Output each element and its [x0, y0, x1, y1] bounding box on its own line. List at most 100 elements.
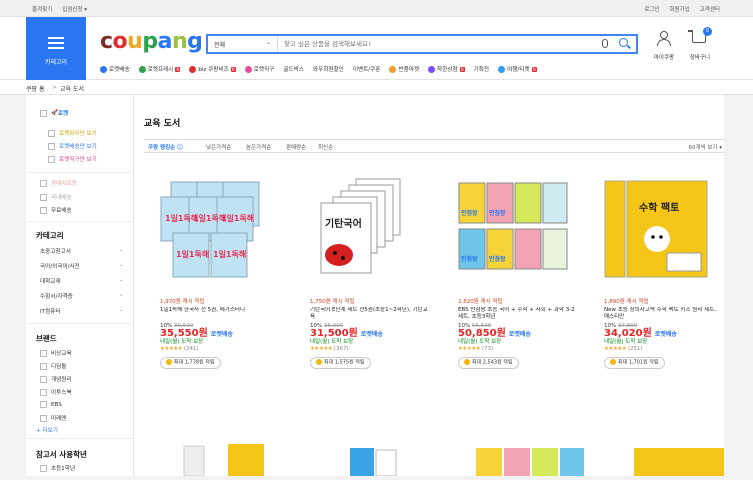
search-icon[interactable]: [619, 38, 628, 47]
customer-center-link[interactable]: 고객센터: [700, 5, 720, 13]
brand-item[interactable]: 미래엔: [40, 414, 66, 422]
product-name[interactable]: New 초등 창의사고력 수학 팩토 키즈 원리 세트, 매스티안: [604, 307, 722, 323]
product-image[interactable]: 만점왕 만점왕만점왕 만점왕: [449, 177, 569, 289]
bookmark-link[interactable]: 즐겨찾기: [32, 5, 52, 13]
login-link[interactable]: 로그인: [644, 5, 659, 13]
brand-item[interactable]: EBS: [40, 401, 62, 408]
category-item[interactable]: 국어/외국어/사전: [40, 262, 80, 270]
checkbox[interactable]: [40, 179, 47, 187]
brand-more-link[interactable]: + 더보기: [36, 426, 58, 434]
breadcrumb-home[interactable]: 쿠팡 홈: [26, 84, 44, 93]
category-item[interactable]: IT컴퓨터: [40, 307, 61, 315]
delivery-info: 내일(월) 도착 보장: [604, 338, 648, 345]
product-image[interactable]: 수학 팩토: [595, 177, 715, 289]
rocket-delivery-filter[interactable]: 로켓배송만 보기: [48, 142, 97, 150]
product-name[interactable]: 기탄국어 E단계 세트 전5권(초등1~2학년), 기탄교육: [310, 307, 428, 323]
nav-item[interactable]: biz 쿠팡비즈 N: [189, 65, 236, 73]
product-card[interactable]: 만점왕 만점왕 만점왕 만점왕 2,820원 캐시 적립 EBS 만점왕 초등 국어 …: [442, 177, 578, 395]
sort-sales[interactable]: 판매량순: [286, 143, 306, 151]
sort-newest[interactable]: 최신순: [318, 143, 333, 151]
chevron-down-icon[interactable]: ⌄: [119, 247, 123, 253]
reward-pill: 최대 1,575원 적립: [310, 356, 371, 369]
category-item[interactable]: 대학교재: [40, 277, 61, 285]
per-page-select[interactable]: 60개씩 보기 ▾: [689, 143, 723, 151]
checkbox[interactable]: [48, 142, 55, 150]
coin-icon: [316, 358, 322, 365]
nav-item-icon: [498, 65, 506, 73]
sort-ranking[interactable]: 쿠팡 랭킹순 ⓘ: [148, 143, 183, 151]
nav-item[interactable]: 기획전: [474, 65, 489, 73]
checkbox[interactable]: [40, 388, 47, 396]
category-item-label: 초중고참고서: [40, 249, 71, 255]
chevron-down-icon[interactable]: ⌄: [119, 292, 123, 298]
checkbox[interactable]: [40, 109, 47, 117]
product-name[interactable]: 1일1독해 한국사 전 5권, 메가스터디: [160, 307, 278, 323]
product-image[interactable]: 1일1독해1일1독해1일1독해 1일1독해 1일1독해: [151, 177, 271, 289]
checkbox[interactable]: [40, 349, 47, 357]
seller-apply-link[interactable]: 입점신청 ▾: [62, 5, 87, 13]
rocket-filter[interactable]: 🚀 로켓: [40, 109, 68, 117]
logo-letter: g: [187, 29, 203, 54]
grade-filter-item[interactable]: 초등1학년: [40, 464, 75, 472]
sale-price-line: 35,550원 로켓배송: [160, 329, 278, 339]
brand-item[interactable]: 디딤돌: [40, 362, 66, 370]
free-shipping-label: 무료배송: [51, 208, 72, 214]
product-image-partial[interactable]: [466, 440, 586, 476]
product-card[interactable]: 기탄국어 1,750원 캐시 적립 기탄국어 E단계 세트 전5권(초등1~2학…: [294, 177, 430, 395]
checkbox[interactable]: [40, 206, 47, 214]
free-shipping-filter[interactable]: 무료배송: [40, 206, 72, 214]
brand-item[interactable]: 이투스북: [40, 388, 72, 396]
chevron-down-icon[interactable]: ⌄: [119, 277, 123, 283]
domestic-label: 국내배송: [51, 195, 72, 201]
rocket-badge: 로켓배송: [654, 331, 677, 338]
category-item[interactable]: 수험서/자격증: [40, 292, 73, 300]
seller-rocket-filter[interactable]: 판매자로켓: [40, 179, 77, 187]
nav-item[interactable]: 와우회원할인: [313, 65, 344, 73]
search-category-select[interactable]: 전체 ⌄: [208, 36, 278, 52]
product-image-partial[interactable]: [614, 440, 734, 476]
product-image[interactable]: 기탄국어: [301, 177, 421, 289]
sort-high-price[interactable]: 높은가격순: [246, 143, 271, 151]
sort-low-price[interactable]: 낮은가격순: [206, 143, 231, 151]
nav-item[interactable]: 로켓프레시 N: [138, 65, 181, 73]
nav-item[interactable]: 골드박스: [283, 65, 304, 73]
search-input[interactable]: [284, 38, 584, 50]
product-card[interactable]: 1일1독해 1일1독해 1일1독해 1일1독해 1일1독해 1,970원 캐시 적립 …: [144, 177, 280, 395]
nav-item[interactable]: 로켓배송: [100, 65, 130, 73]
product-image-partial[interactable]: [168, 440, 288, 477]
delivery-info: 내일(월) 도착 보장: [310, 338, 354, 345]
product-info: 2,820원 캐시 적립 EBS 만점왕 초등 국어 + 수학 + 사회 + 과…: [458, 299, 576, 369]
nav-item[interactable]: 착한상점 N: [428, 65, 465, 73]
checkbox[interactable]: [40, 401, 47, 408]
checkbox[interactable]: [40, 464, 47, 472]
signup-link[interactable]: 회원가입: [670, 5, 690, 13]
product-image-partial[interactable]: [316, 440, 436, 477]
category-nav: 로켓배송 로켓프레시 N biz 쿠팡비즈 N 로켓직구 골드박스 와우회원할인 이벤트/쿠폰 반…: [100, 65, 537, 73]
nav-item[interactable]: 로켓직구: [244, 65, 274, 73]
domestic-filter[interactable]: 국내배송: [40, 193, 72, 201]
breadcrumb-current[interactable]: 교육 도서: [60, 84, 84, 93]
brand-item[interactable]: 개념원리: [40, 375, 72, 383]
checkbox[interactable]: [48, 129, 55, 137]
checkbox[interactable]: [48, 155, 55, 163]
microphone-icon[interactable]: [602, 39, 608, 48]
coupang-logo[interactable]: coupang: [100, 29, 203, 54]
nav-item[interactable]: 여행/티켓 N: [498, 65, 537, 73]
checkbox[interactable]: [40, 362, 47, 370]
rocket-wow-filter[interactable]: 로켓와우만 보기: [48, 129, 97, 137]
nav-item[interactable]: 반품마켓: [389, 65, 419, 73]
nav-item[interactable]: 이벤트/쿠폰: [353, 65, 381, 73]
checkbox[interactable]: [40, 414, 47, 422]
rating-stars: ★★★★★: [604, 346, 627, 352]
rocket-direct-filter[interactable]: 로켓직구만 보기: [48, 155, 97, 163]
product-card[interactable]: 수학 팩토 1,890원 캐시 적립 New 초등 창의사고력 수학 팩토 키즈…: [588, 177, 724, 395]
category-item[interactable]: 초중고참고서: [40, 247, 71, 255]
chevron-down-icon[interactable]: ⌄: [119, 262, 123, 268]
brand-item[interactable]: 비상교육: [40, 349, 72, 357]
nav-item-icon: [189, 65, 197, 73]
checkbox[interactable]: [40, 375, 47, 383]
chevron-down-icon[interactable]: ⌄: [119, 307, 123, 313]
product-name[interactable]: EBS 만점왕 초등 국어 + 수학 + 사회 + 과학 3-2 세트, 초등3…: [458, 307, 576, 323]
category-menu-button[interactable]: 카테고리: [26, 17, 86, 80]
checkbox[interactable]: [40, 193, 47, 201]
